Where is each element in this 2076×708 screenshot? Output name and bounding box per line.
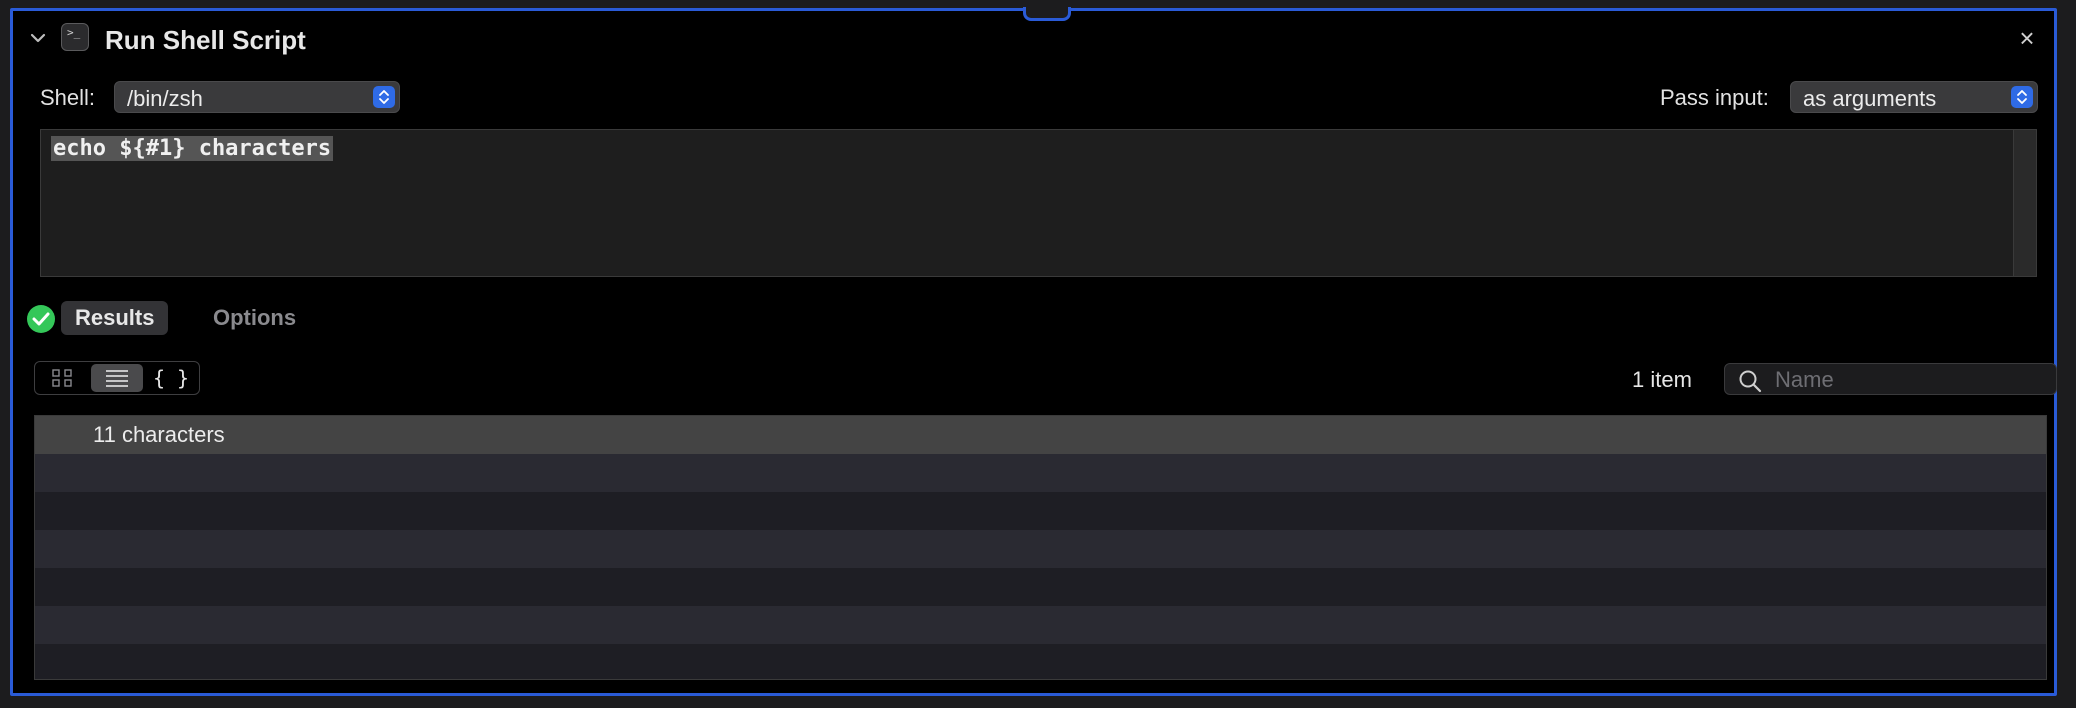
table-row-empty: [35, 454, 2046, 492]
action-title: Run Shell Script: [105, 25, 306, 55]
table-cell: 11 characters: [93, 422, 225, 447]
table-row[interactable]: 11 characters: [35, 416, 2046, 454]
search-field: [1724, 363, 2057, 395]
table-row-empty: [35, 530, 2046, 568]
script-editor[interactable]: echo ${#1} characters: [40, 129, 2037, 277]
chevron-updown-icon: [2011, 86, 2033, 108]
checkmark-icon: [27, 305, 55, 333]
json-view-button[interactable]: { }: [145, 364, 197, 392]
search-icon: [1739, 370, 1762, 393]
tab-options[interactable]: Options: [199, 301, 310, 335]
shell-label: Shell:: [40, 85, 96, 110]
result-count: 1 item: [1632, 367, 1692, 392]
list-view-icon[interactable]: [91, 364, 143, 392]
chevron-updown-icon: [373, 86, 395, 108]
pass-input-select-value: as arguments: [1803, 86, 1937, 111]
table-row-empty: [35, 568, 2046, 606]
table-row-empty: [35, 606, 2046, 644]
tab-results[interactable]: Results: [61, 301, 169, 335]
shell-select-value: /bin/zsh: [127, 86, 203, 111]
table-row-empty: [35, 492, 2046, 530]
pass-input-select[interactable]: as arguments: [1790, 81, 2038, 113]
table-row-empty: [35, 644, 2046, 679]
terminal-icon: >_: [61, 23, 89, 51]
results-table: 11 characters: [34, 415, 2047, 680]
view-mode-segmented-control: { }: [34, 361, 200, 395]
pass-input-label: Pass input:: [1660, 85, 1769, 110]
grid-view-icon[interactable]: [37, 364, 89, 392]
close-icon[interactable]: ×: [2014, 25, 2040, 51]
action-header: >_ Run Shell Script ×: [13, 11, 2054, 71]
editor-scrollbar[interactable]: [2013, 130, 2036, 276]
action-panel: >_ Run Shell Script × Shell: /bin/zsh Pa…: [10, 7, 2057, 696]
chevron-down-icon[interactable]: [27, 27, 49, 49]
shell-select[interactable]: /bin/zsh: [114, 81, 400, 113]
script-code[interactable]: echo ${#1} characters: [51, 136, 334, 161]
search-input[interactable]: [1773, 366, 2047, 394]
